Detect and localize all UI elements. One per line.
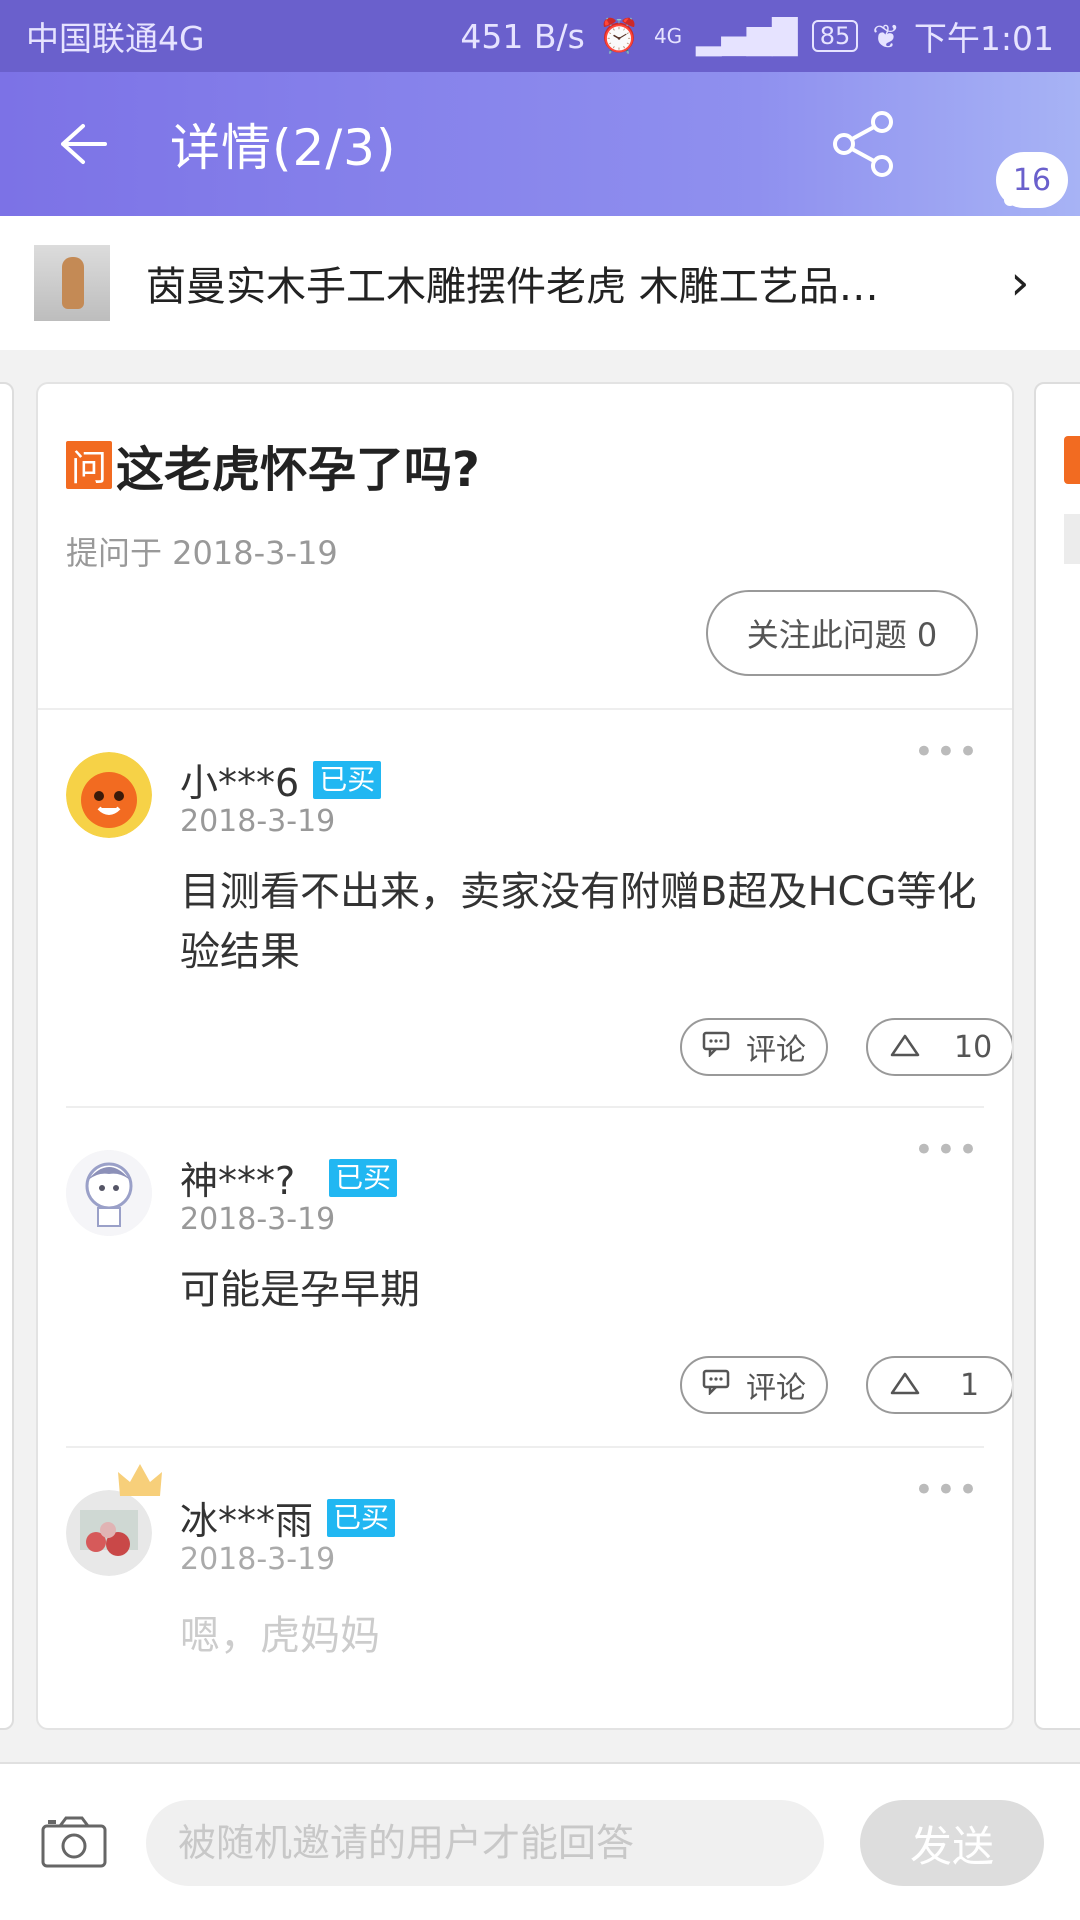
- notification-badge: 16: [996, 152, 1068, 208]
- user-row: 冰***雨 已买: [180, 1490, 396, 1545]
- clock: 下午1:01: [913, 19, 1054, 58]
- answer-item: 冰***雨 已买 2018-3-19 ••• 嗯，虎妈妈: [66, 1448, 984, 1728]
- user-row: 小***6 已买: [180, 752, 382, 807]
- carrier-label: 中国联通4G: [26, 19, 205, 58]
- triangle-up-icon: [890, 1030, 920, 1065]
- alarm-icon: ⏰: [598, 16, 640, 55]
- answer-text: 嗯，虎妈妈: [180, 1613, 380, 1659]
- previous-card-peek[interactable]: [0, 382, 14, 1730]
- battery-indicator: 85: [811, 20, 859, 52]
- share-button[interactable]: [828, 108, 900, 180]
- like-button[interactable]: 10: [866, 1018, 1012, 1076]
- more-options-icon[interactable]: •••: [914, 732, 980, 772]
- back-arrow-icon: [61, 124, 107, 164]
- placeholder-peek: [1064, 514, 1080, 564]
- avatar-image: [66, 1150, 152, 1236]
- signal-icon: ▂▄▆█: [696, 16, 798, 56]
- crown-icon: [116, 1462, 164, 1504]
- product-thumbnail: [34, 245, 110, 321]
- question-header: 问 这老虎怀孕了吗? 提问于 2018-3-19 关注此问题 0: [38, 384, 1012, 710]
- product-link[interactable]: 茵曼实木手工木雕摆件老虎 木雕工艺品… ›: [0, 216, 1080, 350]
- back-button[interactable]: [48, 112, 118, 176]
- more-options-icon[interactable]: •••: [914, 1470, 980, 1510]
- chevron-right-icon: ›: [1010, 255, 1030, 311]
- question-card: 问 这老虎怀孕了吗? 提问于 2018-3-19 关注此问题 0 小***6 已…: [36, 382, 1014, 1730]
- reply-bar: 发送: [0, 1762, 1080, 1920]
- comment-label: 评论: [746, 1371, 806, 1406]
- send-button[interactable]: 发送: [860, 1800, 1044, 1886]
- comment-icon: [702, 1030, 730, 1065]
- follow-question-button[interactable]: 关注此问题 0: [706, 590, 978, 676]
- comment-button[interactable]: 评论: [680, 1356, 828, 1414]
- question-date: 提问于 2018-3-19: [66, 534, 338, 572]
- like-button[interactable]: 1: [866, 1356, 1012, 1414]
- camera-icon: [41, 1816, 107, 1868]
- status-right: 451 B/s ⏰ 4G ▂▄▆█ 85 ❦ 下午1:01: [460, 12, 1054, 60]
- bought-tag: 已买: [313, 760, 382, 799]
- answer-item: 小***6 已买 2018-3-19 ••• 目测看不出来，卖家没有附赠B超及H…: [66, 710, 1012, 1108]
- user-row: 神***? 已买: [180, 1150, 398, 1205]
- answer-date: 2018-3-19: [180, 804, 336, 839]
- app-bar: 详情(2/3) 16: [0, 72, 1080, 216]
- avatar[interactable]: [66, 752, 152, 838]
- answer-date: 2018-3-19: [180, 1542, 336, 1577]
- comment-icon: [702, 1368, 730, 1403]
- answer-text: 可能是孕早期: [180, 1267, 420, 1313]
- reply-input[interactable]: [146, 1800, 824, 1886]
- avatar[interactable]: [66, 1150, 152, 1236]
- question-title-row: 问 这老虎怀孕了吗?: [66, 430, 984, 500]
- triangle-up-icon: [890, 1368, 920, 1403]
- camera-button[interactable]: [40, 1814, 108, 1870]
- share-icon: [833, 111, 893, 177]
- question-tag: 问: [66, 441, 112, 489]
- net-speed: 451 B/s: [460, 16, 585, 56]
- username: 小***6: [180, 761, 300, 805]
- username: 冰***雨: [180, 1499, 314, 1543]
- question-title: 这老虎怀孕了吗?: [116, 442, 480, 498]
- username: 神***?: [180, 1159, 296, 1203]
- comment-label: 评论: [746, 1033, 806, 1068]
- network-label: 4G: [653, 24, 683, 48]
- page-title: 详情(2/3): [170, 119, 397, 177]
- answer-date: 2018-3-19: [180, 1202, 336, 1237]
- more-options-icon[interactable]: •••: [914, 1130, 980, 1170]
- answer-text: 目测看不出来，卖家没有附赠B超及HCG等化验结果: [180, 869, 977, 975]
- like-count: 1: [960, 1367, 980, 1403]
- comment-button[interactable]: 评论: [680, 1018, 828, 1076]
- leaf-icon: ❦: [872, 16, 900, 56]
- bought-tag: 已买: [327, 1498, 396, 1537]
- like-count: 10: [954, 1029, 993, 1065]
- product-title: 茵曼实木手工木雕摆件老虎 木雕工艺品…: [146, 264, 879, 310]
- avatar-image: [66, 752, 152, 838]
- status-bar: 中国联通4G 451 B/s ⏰ 4G ▂▄▆█ 85 ❦ 下午1:01: [0, 0, 1080, 72]
- answer-item: 神***? 已买 2018-3-19 ••• 可能是孕早期 评论 1: [66, 1108, 1012, 1448]
- question-tag-peek: [1064, 436, 1080, 484]
- next-card-peek[interactable]: [1034, 382, 1080, 1730]
- bought-tag: 已买: [329, 1158, 398, 1197]
